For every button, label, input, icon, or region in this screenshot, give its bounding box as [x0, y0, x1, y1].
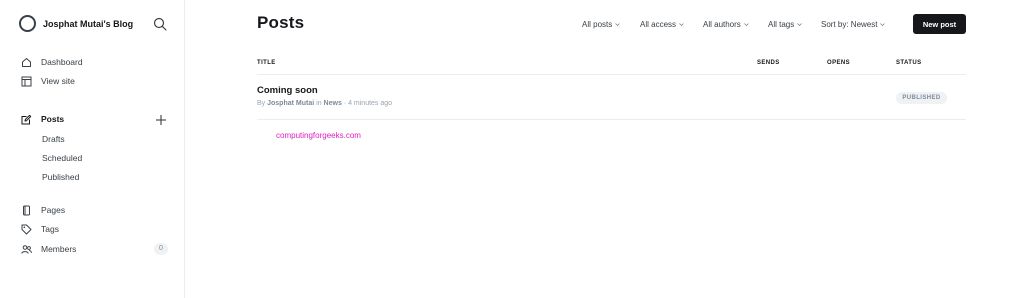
sidebar-item-pages[interactable]: Pages — [21, 203, 65, 217]
sidebar-item-tags[interactable]: Tags — [21, 222, 59, 236]
watermark-text: computingforgeeks.com — [276, 131, 361, 140]
divider — [257, 74, 966, 75]
pages-icon — [21, 205, 32, 216]
sidebar-item-drafts[interactable]: Drafts — [42, 134, 65, 146]
post-title[interactable]: Coming soon — [257, 85, 318, 96]
sort-dropdown[interactable]: Sort by: Newest — [821, 20, 886, 29]
filter-label: Sort by: Newest — [821, 20, 878, 29]
home-icon — [21, 57, 32, 68]
members-icon — [21, 244, 32, 255]
sidebar-item-label: Posts — [41, 114, 65, 124]
sidebar-item-scheduled[interactable]: Scheduled — [42, 153, 82, 165]
meta-in: in — [316, 100, 322, 107]
post-meta: By Josphat Mutai in News · 4 minutes ago — [257, 100, 392, 107]
site-title: Josphat Mutai's Blog — [43, 18, 134, 29]
site-logo-icon — [19, 15, 36, 32]
column-header-title: TITLE — [257, 60, 276, 66]
post-author: Josphat Mutai — [267, 100, 315, 107]
chevron-down-icon — [880, 22, 886, 27]
chevron-down-icon — [615, 22, 621, 27]
filter-label: All access — [640, 20, 677, 29]
column-header-status: STATUS — [896, 60, 922, 66]
status-badge: PUBLISHED — [896, 92, 947, 104]
tag-icon — [21, 224, 32, 235]
members-count-badge: 0 — [154, 243, 168, 255]
sidebar-item-label: View site — [41, 76, 75, 86]
meta-by: By — [257, 100, 266, 107]
divider — [257, 119, 966, 120]
sidebar-item-published[interactable]: Published — [42, 172, 79, 184]
filter-all-authors[interactable]: All authors — [703, 20, 749, 29]
edit-icon — [21, 114, 32, 125]
layout-icon — [21, 76, 32, 87]
new-post-button[interactable]: New post — [913, 14, 966, 34]
sidebar-item-members[interactable]: Members — [21, 242, 76, 256]
sidebar-item-view-site[interactable]: View site — [21, 74, 75, 88]
sidebar-item-posts[interactable]: Posts — [21, 112, 64, 126]
post-time: · 4 minutes ago — [343, 100, 393, 107]
filter-label: All posts — [582, 20, 613, 29]
sidebar: Josphat Mutai's Blog Dashboard View site… — [0, 0, 185, 298]
page-title: Posts — [257, 13, 305, 32]
column-header-sends: SENDS — [757, 60, 780, 66]
site-brand[interactable]: Josphat Mutai's Blog — [19, 15, 133, 32]
sidebar-item-label: Members — [41, 244, 77, 254]
post-tag: News — [323, 100, 342, 107]
column-header-opens: OPENS — [827, 60, 851, 66]
sidebar-item-dashboard[interactable]: Dashboard — [21, 55, 83, 69]
filter-label: All authors — [703, 20, 741, 29]
filter-all-posts[interactable]: All posts — [582, 20, 621, 29]
search-icon[interactable] — [153, 17, 167, 31]
chevron-down-icon — [679, 22, 684, 27]
chevron-down-icon — [744, 22, 749, 27]
sidebar-item-label: Pages — [41, 205, 66, 215]
sidebar-item-label: Dashboard — [41, 57, 83, 67]
plus-icon[interactable] — [155, 113, 167, 125]
chevron-down-icon — [797, 22, 803, 27]
filter-all-tags[interactable]: All tags — [768, 20, 803, 29]
filter-label: All tags — [768, 20, 795, 29]
filter-all-access[interactable]: All access — [640, 20, 684, 29]
sidebar-item-label: Tags — [41, 224, 59, 234]
